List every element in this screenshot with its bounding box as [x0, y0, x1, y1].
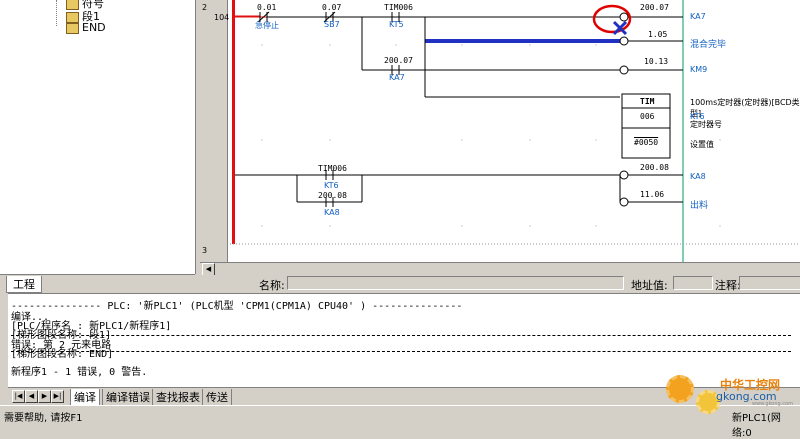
contact-comment: KA7 — [389, 73, 405, 82]
watermark-url: www.gkong.com — [752, 401, 793, 407]
address-label: 地址值: — [631, 279, 668, 292]
contact-comment: KT5 — [389, 20, 404, 29]
contact-comment: SB7 — [324, 20, 340, 29]
name-field[interactable] — [287, 276, 624, 290]
output-line: 新程序1 - 1 错误, 0 警告. — [11, 367, 148, 378]
coil-comment: KA7 — [690, 12, 706, 21]
status-help-text: 需要帮助, 请按F1 — [4, 413, 83, 424]
coil-200-08[interactable] — [619, 170, 629, 180]
contact-addr: TIM006 — [384, 3, 413, 12]
project-tree: 符号 段1 END — [0, 0, 196, 274]
timer-description: 100ms定时器(定时器)[BCD类型] — [690, 98, 800, 118]
name-label: 名称: — [259, 279, 285, 292]
coil-200-07[interactable] — [619, 12, 629, 22]
rung-number: 3 — [202, 246, 208, 255]
tab-project[interactable]: 工程 — [6, 276, 42, 293]
status-plc-text: 新PLC1(网络:0 — [732, 413, 781, 439]
tab-scroll-last[interactable]: ▶| — [51, 390, 64, 403]
timer-number-label: 定时器号 — [690, 120, 722, 129]
field-bar: 名称: 地址值: 注释: — [195, 275, 800, 292]
contact-addr: 200.07 — [384, 56, 413, 65]
horizontal-scrollbar[interactable]: ◀ — [200, 262, 800, 276]
coil-10-13[interactable] — [619, 65, 629, 75]
tab-compile-errors[interactable]: 编译错误 — [102, 389, 154, 406]
left-power-rail — [232, 0, 235, 244]
coil-comment: KA8 — [690, 172, 706, 181]
output-error-line[interactable]: 错误: 第 2 元来电路 — [11, 335, 791, 352]
address-field[interactable] — [673, 276, 713, 290]
coil-comment: KM9 — [690, 65, 708, 74]
coil-1-05[interactable] — [619, 36, 629, 46]
contact-comment: KA8 — [324, 208, 340, 217]
contact-comment: KT6 — [324, 181, 339, 190]
coil-11-06[interactable] — [619, 197, 629, 207]
coil-comment: 混合完毕 — [690, 40, 727, 50]
rung-number-column: 2 104 3 — [200, 0, 230, 262]
output-line: --------------- PLC: '新PLC1' (PLC机型 'CPM… — [11, 301, 463, 312]
timer-number: 006 — [640, 112, 655, 121]
output-line: [梯形图段名称: END] — [11, 349, 114, 360]
tab-compile[interactable]: 编译 — [70, 389, 100, 406]
coil-addr: 1.05 — [648, 30, 668, 39]
output-window: --------------- PLC: '新PLC1' (PLC机型 'CPM… — [8, 293, 800, 388]
contact-addr: 0.01 — [257, 3, 277, 12]
contact-addr: 0.07 — [322, 3, 342, 12]
tree-connector — [56, 0, 58, 26]
timer-setting: #0050 — [634, 138, 659, 147]
tree-tab-bar: 工程 — [0, 274, 195, 293]
tab-find-report[interactable]: 查找报表 — [152, 389, 204, 406]
coil-addr: 11.06 — [640, 190, 665, 199]
tab-scroll-next[interactable]: ▶ — [38, 390, 51, 403]
coil-comment: 出料 — [690, 201, 709, 211]
timer-name: TIM — [640, 97, 655, 106]
coil-addr: 200.08 — [640, 163, 669, 172]
tree-item-end[interactable]: END — [66, 21, 106, 34]
ladder-editor[interactable]: 0.01 急停止 0.07 SB7 TIM006 KT5 200.07 KA7 … — [200, 0, 800, 262]
comment-field[interactable] — [739, 276, 800, 290]
tab-scroll-prev[interactable]: ◀ — [25, 390, 38, 403]
status-bar: 需要帮助, 请按F1 新PLC1(网络:0 — [0, 405, 800, 439]
rung-number: 2 — [202, 3, 208, 12]
timer-setting-label: 设置值 — [690, 140, 714, 149]
tab-transfer[interactable]: 传送 — [202, 389, 232, 406]
contact-addr: 200.08 — [318, 191, 347, 200]
tab-scroll-first[interactable]: |◀ — [12, 390, 25, 403]
coil-addr: 10.13 — [644, 57, 669, 66]
section-icon — [66, 22, 79, 34]
step-number: 104 — [214, 13, 230, 22]
coil-addr: 200.07 — [640, 3, 669, 12]
watermark-gear-icon — [666, 375, 694, 403]
output-window-edge — [0, 293, 8, 403]
contact-comment: 急停止 — [255, 21, 279, 30]
comment-label: 注释: — [715, 279, 741, 292]
contact-addr: TIM006 — [318, 164, 347, 173]
